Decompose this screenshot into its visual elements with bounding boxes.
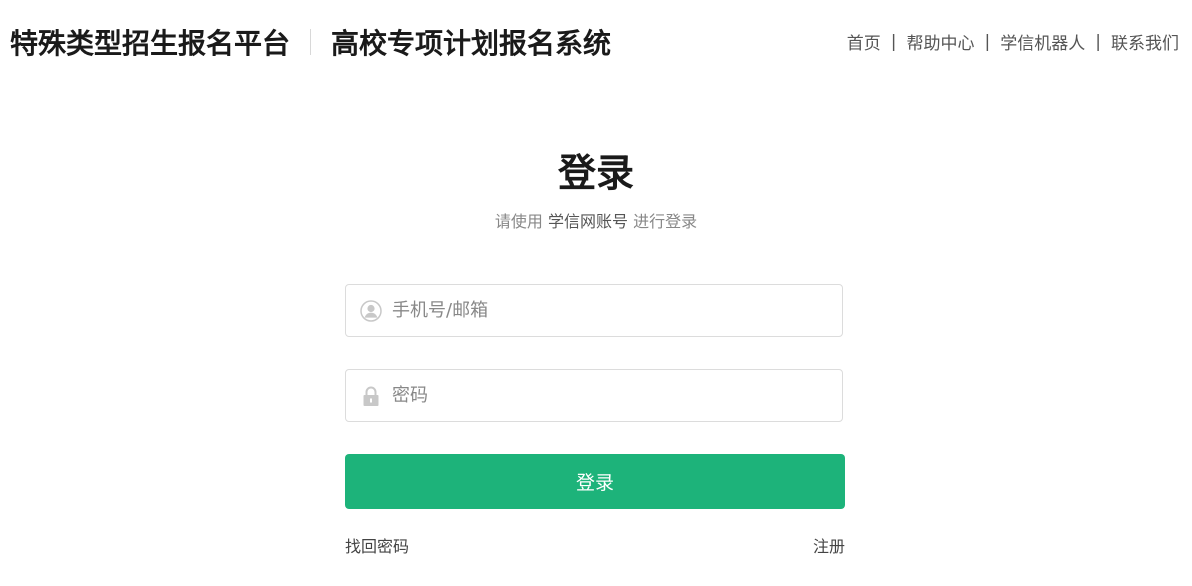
top-nav: 首页 | 帮助中心 | 学信机器人 | 联系我们 — [847, 29, 1179, 55]
nav-contact-link[interactable]: 联系我们 — [1111, 29, 1179, 54]
site-header: 特殊类型招生报名平台 高校专项计划报名系统 首页 | 帮助中心 | 学信机器人 … — [0, 0, 1192, 84]
nav-robot-link[interactable]: 学信机器人 — [1000, 29, 1085, 54]
user-icon — [360, 299, 382, 322]
brand: 特殊类型招生报名平台 高校专项计划报名系统 — [10, 22, 611, 62]
password-input[interactable] — [392, 370, 842, 421]
password-field[interactable] — [345, 369, 843, 422]
subtitle-suffix: 进行登录 — [628, 212, 698, 231]
nav-separator: | — [890, 31, 897, 52]
username-field[interactable] — [345, 284, 843, 337]
nav-separator: | — [984, 31, 991, 52]
login-title: 登录 — [557, 151, 634, 195]
lock-icon — [360, 385, 382, 407]
nav-help-link[interactable]: 帮助中心 — [907, 29, 975, 54]
forgot-password-link[interactable]: 找回密码 — [345, 533, 409, 557]
system-name: 高校专项计划报名系统 — [331, 27, 612, 60]
nav-separator: | — [1095, 31, 1101, 52]
login-subtitle: 请使用 学信网账号 进行登录 — [0, 208, 1192, 232]
username-input[interactable] — [392, 285, 842, 336]
platform-name: 特殊类型招生报名平台 — [10, 27, 291, 60]
subtitle-prefix: 请使用 — [494, 212, 548, 231]
nav-home-link[interactable]: 首页 — [847, 29, 881, 54]
brand-divider — [310, 29, 312, 55]
login-button[interactable]: 登录 — [345, 454, 845, 509]
register-link[interactable]: 注册 — [813, 533, 845, 557]
subtitle-account: 学信网账号 — [547, 212, 628, 231]
